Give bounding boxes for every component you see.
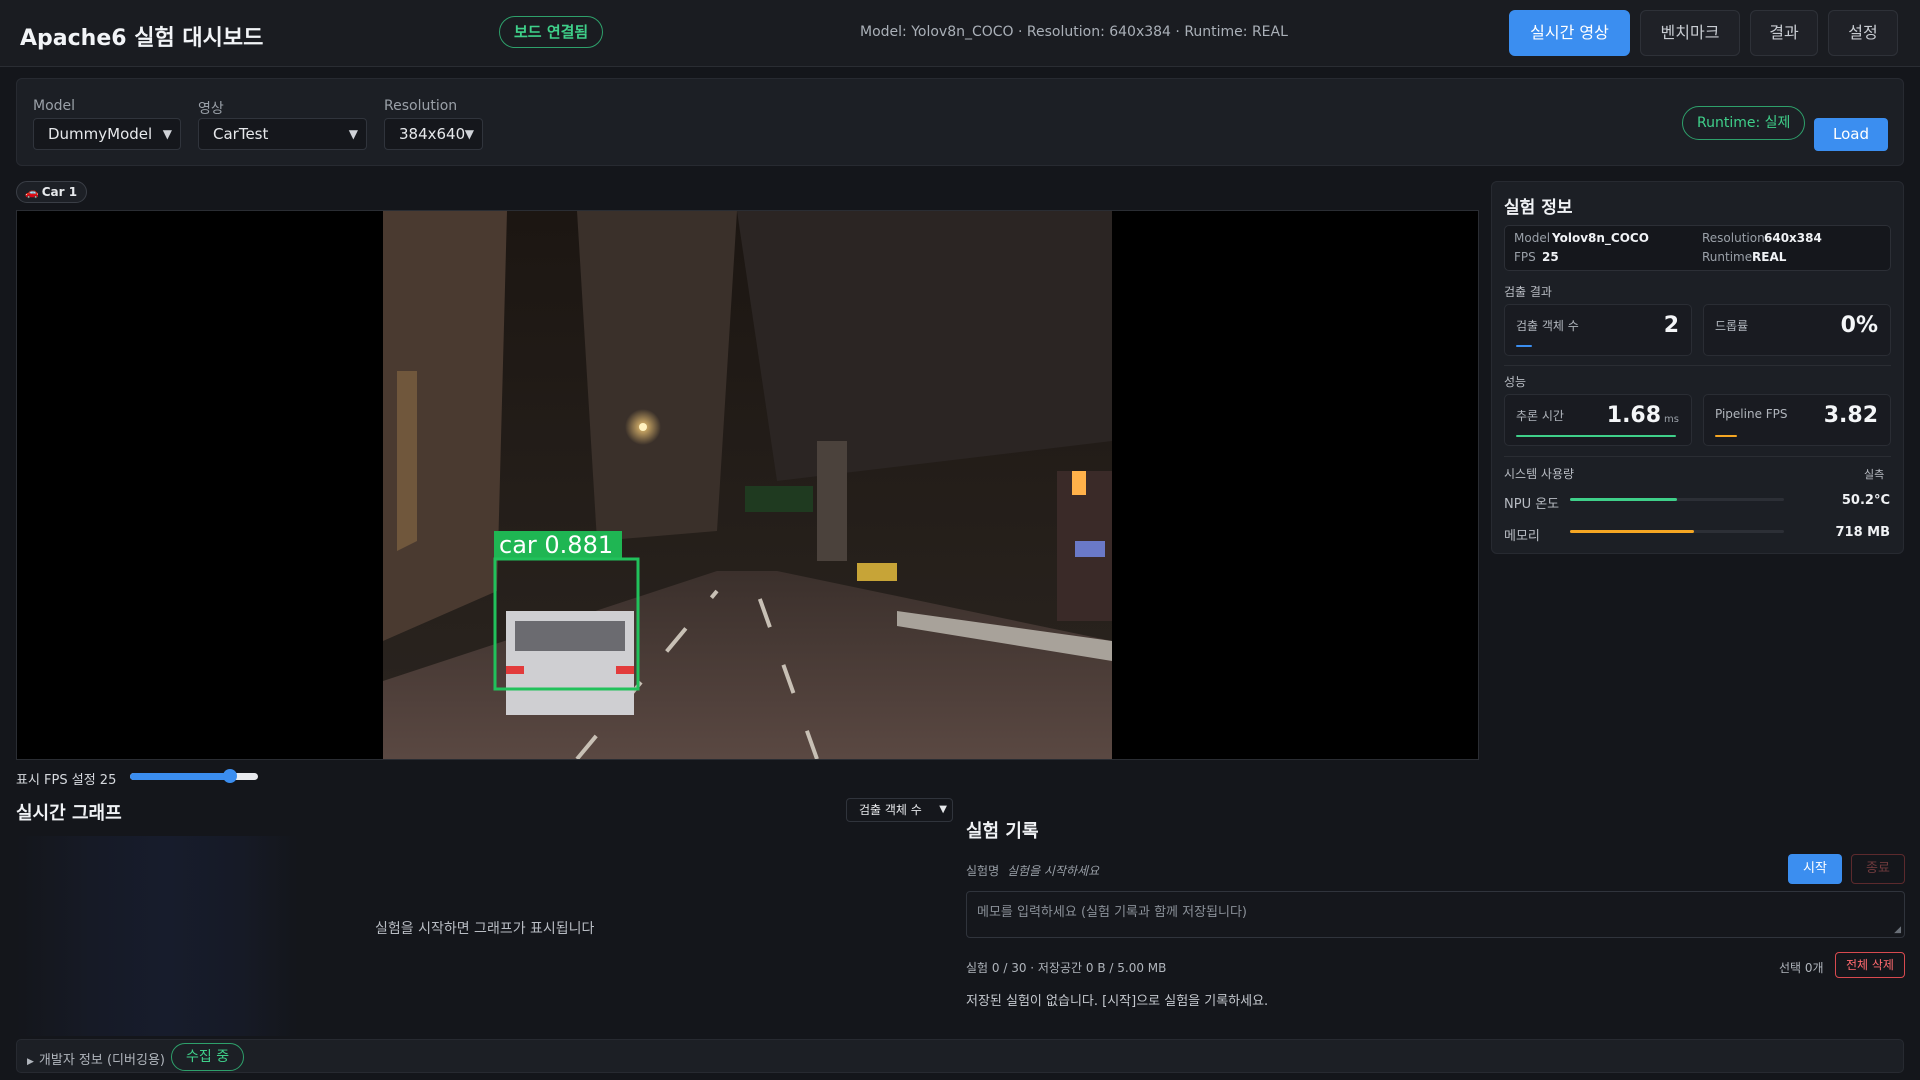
- meta-resolution-key: Resolution: [1702, 231, 1765, 245]
- graph-metric-select-value: 검출 객체 수: [859, 803, 922, 817]
- pipeline-fps-label: Pipeline FPS: [1715, 407, 1788, 421]
- resolution-label: Resolution: [384, 98, 458, 114]
- detect-count-label: 검출 객체 수: [1516, 319, 1579, 333]
- load-button[interactable]: Load: [1814, 118, 1888, 151]
- graph-empty-message: 실험을 시작하면 그래프가 표시됩니다: [375, 921, 595, 937]
- fps-slider-fill: [130, 773, 230, 780]
- realtime-graph-title: 실시간 그래프: [16, 803, 122, 824]
- detect-count-value: 2: [1663, 313, 1679, 338]
- meta-fps-value: 25: [1542, 250, 1559, 264]
- memo-textarea[interactable]: 메모를 입력하세요 (실험 기록과 함께 저장됩니다) ◢: [966, 891, 1905, 938]
- meta-runtime-key: Runtime: [1702, 250, 1753, 264]
- camera-chip[interactable]: 🚗 Car 1: [16, 181, 88, 203]
- drop-rate-label: 드롭률: [1715, 319, 1749, 333]
- chevron-down-icon: ▼: [939, 804, 947, 815]
- developer-info-toggle[interactable]: ▶ 개발자 정보 (디버깅용): [27, 1049, 165, 1068]
- meta-fps-key: FPS: [1514, 250, 1536, 264]
- tab-benchmark[interactable]: 벤치마크: [1640, 10, 1740, 56]
- video-select-value: CarTest: [213, 125, 269, 143]
- car-icon: 🚗: [25, 186, 39, 199]
- meta-runtime-value: REAL: [1752, 250, 1787, 264]
- inference-time-value: 1.68: [1606, 403, 1662, 428]
- inference-time-unit: ms: [1664, 414, 1679, 425]
- camera-chip-label: Car 1: [41, 185, 78, 199]
- detect-count-card: 검출 객체 수 2: [1504, 304, 1692, 356]
- experiment-log-title: 실험 기록: [966, 821, 1039, 842]
- app-title: Apache6 실험 대시보드: [20, 26, 264, 51]
- meta-model-key: Model: [1514, 231, 1551, 245]
- triangle-right-icon: ▶: [27, 1057, 34, 1067]
- inference-time-bar: [1516, 435, 1676, 437]
- graph-metric-select[interactable]: 검출 객체 수 ▼: [846, 798, 953, 822]
- board-status-badge: 보드 연결됨: [499, 16, 604, 48]
- memo-placeholder: 메모를 입력하세요 (실험 기록과 함께 저장됩니다): [977, 905, 1248, 920]
- memory-bar: [1570, 530, 1784, 533]
- collect-status-pill: 수집 중: [171, 1043, 245, 1071]
- model-select[interactable]: DummyModel ▼: [33, 118, 181, 150]
- fps-slider[interactable]: [130, 769, 258, 783]
- experiment-name-value: 실험을 시작하세요: [1007, 864, 1100, 878]
- fps-setting-label: 표시 FPS 설정 25: [16, 773, 117, 788]
- tab-results[interactable]: 결과: [1750, 10, 1818, 56]
- pipeline-fps-bar: [1715, 435, 1737, 437]
- drop-rate-card: 드롭률 0%: [1703, 304, 1891, 356]
- system-mode-label: 실측: [1864, 468, 1885, 481]
- memory-value: 718 MB: [1835, 525, 1890, 540]
- chevron-down-icon: ▼: [348, 127, 358, 141]
- pipeline-fps-value: 3.82: [1823, 403, 1878, 428]
- meta-resolution-value: 640x384: [1764, 231, 1822, 245]
- video-select[interactable]: CarTest ▼: [198, 118, 367, 150]
- npu-temp-bar-fill: [1570, 498, 1677, 501]
- npu-temp-value: 50.2°C: [1841, 493, 1890, 508]
- stop-button[interactable]: 종료: [1851, 854, 1905, 884]
- log-empty-message: 저장된 실험이 없습니다. [시작]으로 실험을 기록하세요.: [966, 994, 1269, 1009]
- chevron-down-icon: ▼: [162, 127, 172, 141]
- meta-model-value: Yolov8n_COCO: [1552, 231, 1649, 245]
- storage-info: 실험 0 / 30 · 저장공간 0 B / 5.00 MB: [966, 961, 1167, 975]
- perf-section-label: 성능: [1504, 375, 1527, 389]
- detect-count-bar: [1516, 345, 1532, 347]
- fps-slider-thumb[interactable]: [222, 769, 237, 783]
- detection-label: car 0.881: [499, 531, 613, 559]
- selected-count: 선택 0개: [1779, 961, 1824, 975]
- tab-live-video[interactable]: 실시간 영상: [1509, 10, 1630, 56]
- runtime-pill: Runtime: 실제: [1682, 106, 1806, 140]
- divider: [1504, 456, 1891, 457]
- npu-temp-label: NPU 온도: [1504, 497, 1560, 512]
- video-frame-image: car 0.881: [383, 211, 1112, 759]
- resolution-select[interactable]: 384x640 ▼: [384, 118, 483, 150]
- pipeline-fps-card: Pipeline FPS 3.82: [1703, 394, 1891, 446]
- chevron-down-icon: ▼: [464, 127, 474, 141]
- detect-section-label: 검출 결과: [1504, 285, 1552, 299]
- inference-time-card: 추론 시간 1.68 ms: [1504, 394, 1692, 446]
- video-frame: car 0.881: [16, 210, 1479, 760]
- start-button[interactable]: 시작: [1788, 854, 1842, 884]
- system-section-label: 시스템 사용량: [1504, 467, 1575, 481]
- model-label: Model: [33, 98, 76, 114]
- tab-settings[interactable]: 설정: [1828, 10, 1898, 56]
- model-select-value: DummyModel: [48, 125, 153, 143]
- memory-label: 메모리: [1504, 529, 1540, 544]
- header-meta: Model: Yolov8n_COCO · Resolution: 640x38…: [860, 24, 1288, 40]
- developer-info-bar[interactable]: [16, 1039, 1904, 1073]
- drop-rate-value: 0%: [1840, 313, 1878, 338]
- resize-grip-icon[interactable]: ◢: [1894, 925, 1901, 935]
- divider: [1504, 365, 1891, 366]
- delete-all-button[interactable]: 전체 삭제: [1835, 952, 1905, 978]
- video-label: 영상: [198, 101, 224, 117]
- resolution-select-value: 384x640: [399, 125, 466, 143]
- inference-time-label: 추론 시간: [1516, 409, 1564, 423]
- memory-bar-fill: [1570, 530, 1695, 533]
- experiment-name-label: 실험명: [966, 864, 1000, 878]
- npu-temp-bar: [1570, 498, 1784, 501]
- developer-info-label: 개발자 정보 (디버깅용): [38, 1053, 165, 1068]
- experiment-info-title: 실험 정보: [1504, 198, 1573, 218]
